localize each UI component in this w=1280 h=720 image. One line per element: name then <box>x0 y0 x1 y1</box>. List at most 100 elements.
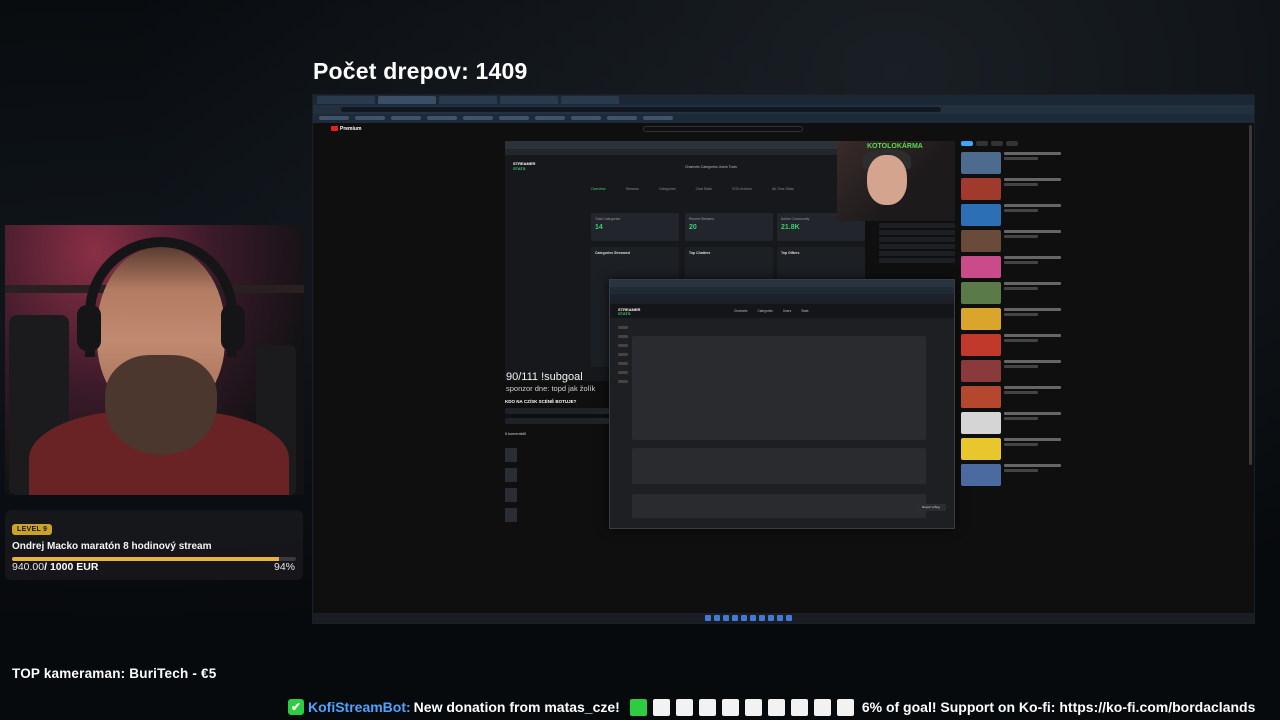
video-thumbnail <box>961 230 1001 252</box>
goal-current: 940.00 <box>12 561 45 573</box>
video-thumbnail <box>961 152 1001 174</box>
tab-overview[interactable]: Overview <box>591 187 606 191</box>
youtube-logo[interactable]: Premium <box>331 126 361 132</box>
ticker-goal-text: 6% of goal! Support on Ko-fi: https://ko… <box>861 699 1256 715</box>
youtube-video-info: KDO NA CZ/SK SCÉNĚ BOTUJE? 5 komentářů <box>505 399 609 599</box>
browser-tab[interactable] <box>500 96 558 104</box>
nested-menu-categories[interactable]: Categories <box>757 309 772 313</box>
video-meta <box>1004 152 1061 174</box>
video-thumbnail <box>961 438 1001 460</box>
streamer-stats-nav[interactable]: Channels Categories Users Tools <box>685 165 737 169</box>
taskbar-icon[interactable] <box>714 615 720 621</box>
headphones-icon <box>85 237 237 357</box>
video-title: KDO NA CZ/SK SCÉNĚ BOTUJE? <box>505 399 577 404</box>
donation-ticker: ✔ KofiStreamBot: New donation from matas… <box>288 696 1255 718</box>
top-cameraman-label: TOP kameraman: BuriTech - €5 <box>12 666 217 681</box>
sidebar-item[interactable] <box>618 353 628 356</box>
nested-logo[interactable]: STREAMER STATS <box>618 308 640 316</box>
taskbar-icon[interactable] <box>786 615 792 621</box>
chat-line <box>879 251 955 256</box>
sidebar-item[interactable] <box>618 380 628 383</box>
bookmarks-bar <box>313 114 1254 123</box>
taskbar-icon[interactable] <box>750 615 756 621</box>
recommended-video[interactable] <box>961 256 1061 278</box>
recommended-video[interactable] <box>961 178 1061 200</box>
browser-tab[interactable] <box>317 96 375 104</box>
tab-categories[interactable]: Categories <box>659 187 676 191</box>
filter-chips <box>961 141 1061 146</box>
browser-tab[interactable] <box>439 96 497 104</box>
ticker-message: New donation from matas_cze! <box>413 699 620 715</box>
address-bar[interactable] <box>341 107 941 112</box>
recommended-video[interactable] <box>961 308 1061 330</box>
bookmark-item[interactable] <box>571 116 601 120</box>
bookmark-item[interactable] <box>607 116 637 120</box>
bookmark-item[interactable] <box>499 116 529 120</box>
video-thumbnail <box>961 464 1001 486</box>
report-bug-button[interactable]: Report a Bug <box>916 504 946 511</box>
sidebar-item[interactable] <box>618 371 628 374</box>
taskbar-icon[interactable] <box>741 615 747 621</box>
inner-address-bar[interactable] <box>505 149 865 155</box>
tab-chat-stats[interactable]: Chat Stats <box>696 187 712 191</box>
nested-menu-channels[interactable]: Channels <box>734 309 747 313</box>
browser-tab[interactable] <box>561 96 619 104</box>
bookmark-item[interactable] <box>463 116 493 120</box>
recommended-video[interactable] <box>961 360 1061 382</box>
youtube-search-input[interactable] <box>643 126 803 132</box>
level-badge: LEVEL 9 <box>12 524 53 535</box>
bookmark-item[interactable] <box>427 116 457 120</box>
filter-chip[interactable] <box>961 141 973 146</box>
filter-chip[interactable] <box>1006 141 1018 146</box>
tab-streams[interactable]: Streams <box>626 187 639 191</box>
nested-menu-users[interactable]: Users <box>783 309 791 313</box>
taskbar-icon[interactable] <box>768 615 774 621</box>
goal-square <box>767 698 785 716</box>
tab-all-time[interactable]: All-Time Stats <box>772 187 794 191</box>
streamer-stats-logo[interactable]: STREAMER STATS <box>513 161 543 171</box>
video-meta <box>1004 412 1061 434</box>
recommended-video[interactable] <box>961 152 1061 174</box>
tab-vod-archive[interactable]: VOD Archive <box>732 187 752 191</box>
nested-menu-stats[interactable]: Stats <box>801 309 808 313</box>
browser-tab[interactable] <box>378 96 436 104</box>
goal-square <box>675 698 693 716</box>
video-thumbnail <box>961 282 1001 304</box>
loading-skeleton <box>632 494 926 518</box>
taskbar-icon[interactable] <box>705 615 711 621</box>
recommended-video[interactable] <box>961 438 1061 460</box>
taskbar-icon[interactable] <box>723 615 729 621</box>
taskbar-icon[interactable] <box>759 615 765 621</box>
recommended-video[interactable] <box>961 282 1061 304</box>
sidebar-item[interactable] <box>618 326 628 329</box>
goal-amounts: 940.00/ 1000 EUR <box>12 561 98 573</box>
bookmark-item[interactable] <box>319 116 349 120</box>
recommended-video[interactable] <box>961 386 1061 408</box>
bookmark-item[interactable] <box>643 116 673 120</box>
recommended-video[interactable] <box>961 334 1061 356</box>
goal-square <box>813 698 831 716</box>
chat-line <box>879 230 955 235</box>
recommended-video[interactable] <box>961 412 1061 434</box>
filter-chip[interactable] <box>991 141 1003 146</box>
bookmark-item[interactable] <box>535 116 565 120</box>
sidebar-item[interactable] <box>618 335 628 338</box>
sidebar-item[interactable] <box>618 344 628 347</box>
video-meta <box>1004 334 1061 356</box>
bot-name: KofiStreamBot: <box>308 699 411 715</box>
recommended-video[interactable] <box>961 204 1061 226</box>
nested-browser-window: STREAMER STATS Channels Categories Users … <box>609 279 955 529</box>
page-scrollbar[interactable] <box>1249 125 1252 465</box>
streamer-webcam <box>5 225 304 495</box>
sidebar-item[interactable] <box>618 362 628 365</box>
taskbar-icon[interactable] <box>732 615 738 621</box>
taskbar-icon[interactable] <box>777 615 783 621</box>
filter-chip[interactable] <box>976 141 988 146</box>
stat-card: Total Categories 14 <box>591 213 679 241</box>
recommended-video[interactable] <box>961 464 1061 486</box>
recommended-video[interactable] <box>961 230 1061 252</box>
nested-address-bar[interactable] <box>610 287 954 294</box>
bookmark-item[interactable] <box>391 116 421 120</box>
bookmark-item[interactable] <box>355 116 385 120</box>
video-meta <box>1004 282 1061 304</box>
